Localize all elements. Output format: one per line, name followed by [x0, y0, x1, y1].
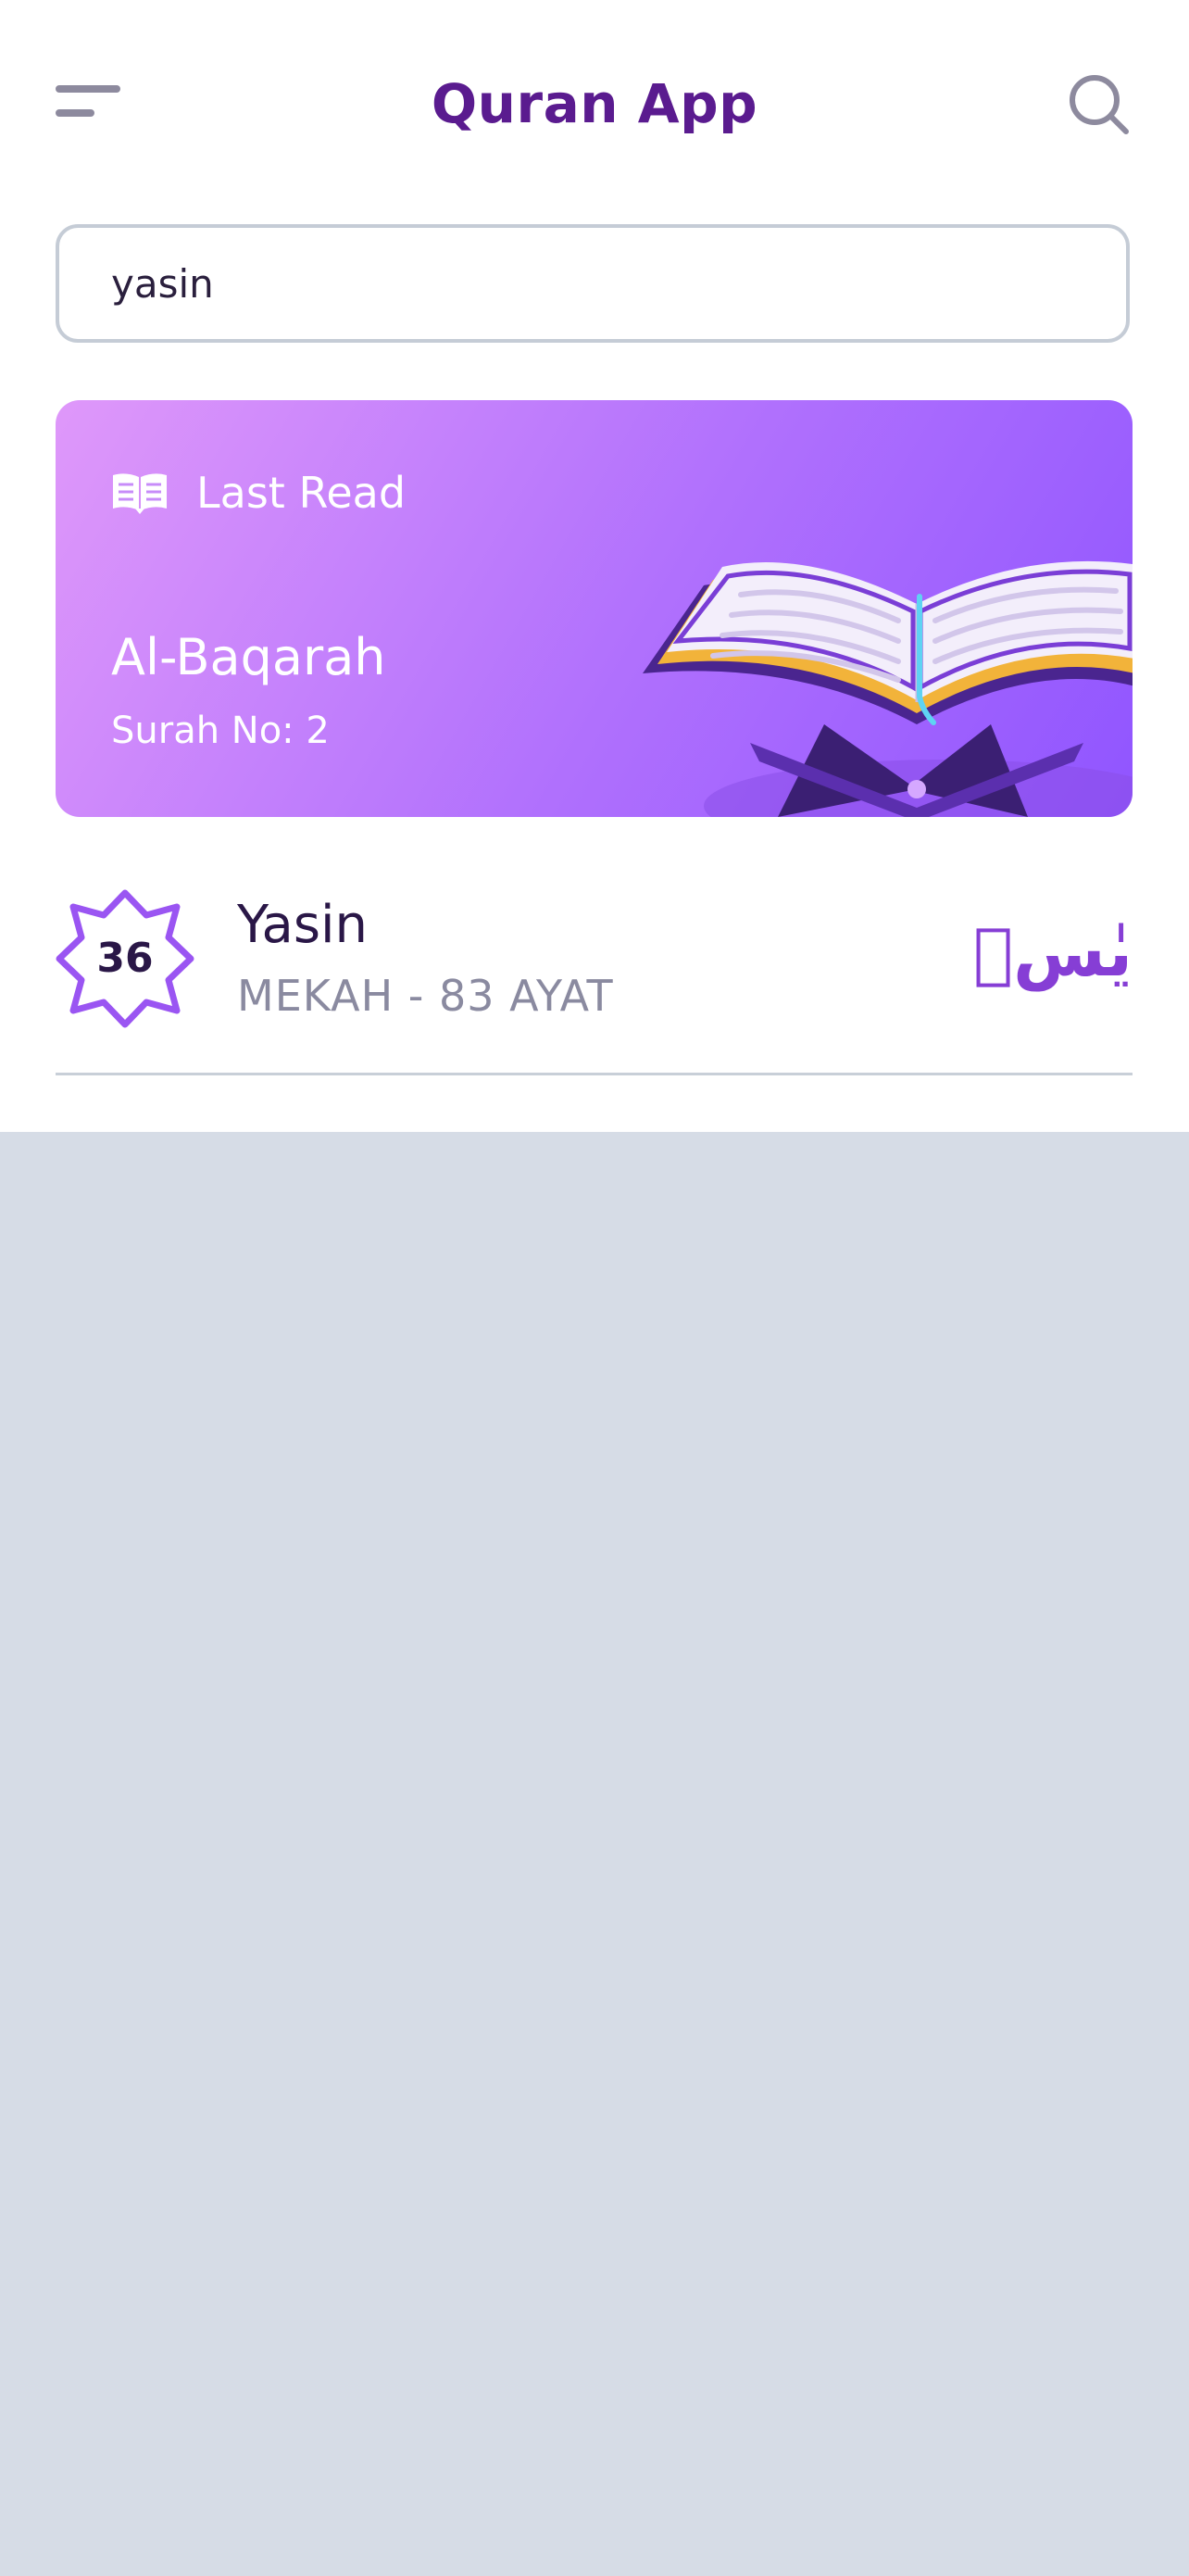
surah-meta: MEKAH - 83 AYAT: [237, 971, 614, 1021]
last-read-surah-name: Al-Baqarah: [111, 628, 386, 686]
last-read-header: Last Read: [111, 465, 406, 521]
last-read-card[interactable]: Last Read Al-Baqarah Surah No: 2: [56, 400, 1133, 817]
last-read-surah-number: Surah No: 2: [111, 710, 330, 752]
surah-name: Yasin: [237, 895, 369, 955]
top-app-bar: Quran App: [0, 0, 1189, 213]
app-screen: Quran App Last Read Al-B: [0, 0, 1189, 1132]
search-input[interactable]: [111, 228, 1074, 339]
app-title: Quran App: [431, 72, 758, 135]
last-read-label: Last Read: [196, 468, 407, 518]
quran-illustration-icon: [643, 560, 1133, 817]
surah-arabic-name: يٰسۤ: [972, 913, 1133, 991]
search-field[interactable]: [56, 224, 1130, 343]
book-icon: [113, 473, 167, 514]
surah-number-badge: 36: [56, 889, 194, 1028]
list-item-surah[interactable]: 36 Yasin MEKAH - 83 AYAT يٰسۤ: [56, 871, 1133, 1075]
search-icon[interactable]: [1067, 72, 1132, 137]
surah-number: 36: [96, 935, 154, 982]
